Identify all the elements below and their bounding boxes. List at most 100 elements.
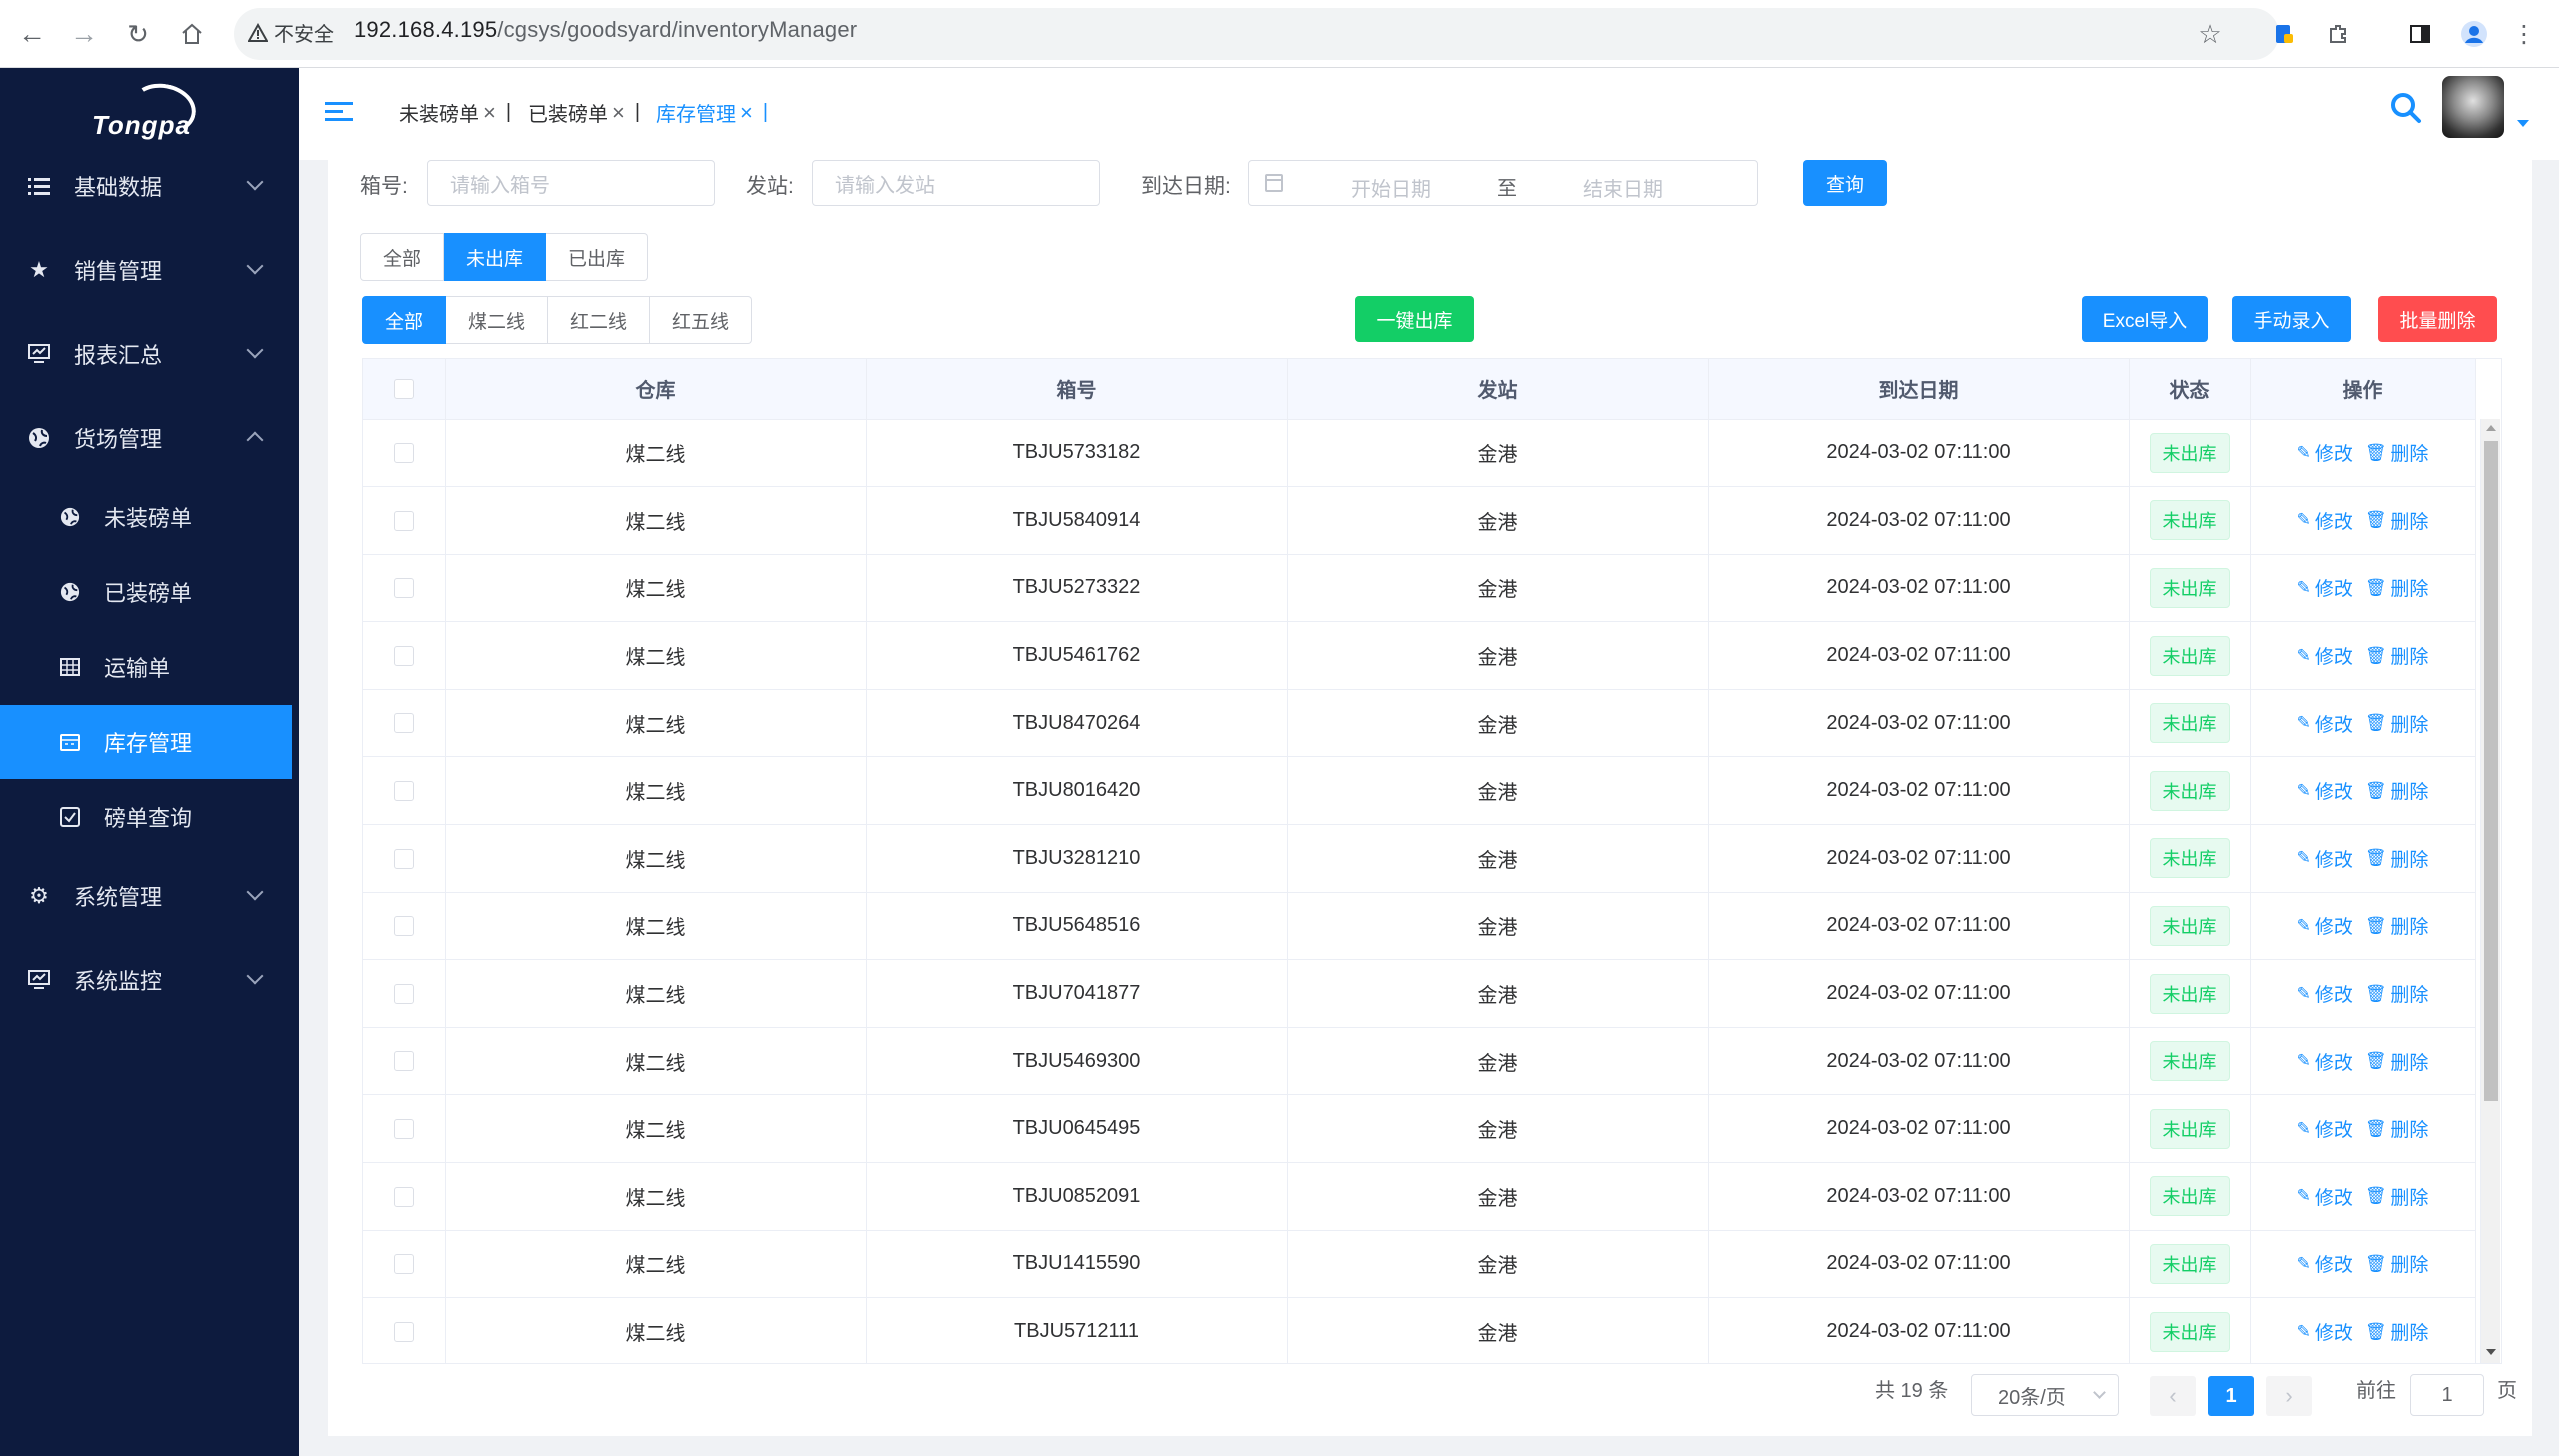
table-row[interactable]: 煤二线 TBJU5840914 金港 2024-03-02 07:11:00 未出库 ✎ 修… <box>363 486 2476 555</box>
row-checkbox[interactable] <box>393 443 414 464</box>
edit-button[interactable]: ✎ 修改 <box>2297 912 2353 939</box>
row-checkbox[interactable] <box>393 1254 414 1275</box>
tab-unloaded-weigh[interactable]: 未装磅单 × | <box>399 98 511 127</box>
profile-icon[interactable] <box>2454 14 2494 54</box>
collapse-menu-icon[interactable] <box>325 102 353 126</box>
delete-button[interactable]: 🗑 删除 <box>2365 574 2429 601</box>
edit-button[interactable]: ✎ 修改 <box>2297 845 2353 872</box>
forward-arrow-icon[interactable]: → <box>64 14 104 54</box>
row-checkbox[interactable] <box>393 713 414 734</box>
row-checkbox[interactable] <box>393 1321 414 1342</box>
row-checkbox[interactable] <box>393 1186 414 1207</box>
delete-button[interactable]: 🗑 删除 <box>2365 710 2429 737</box>
status-filter-not-out[interactable]: 未出库 <box>444 233 547 281</box>
delete-button[interactable]: 🗑 删除 <box>2365 507 2429 534</box>
sidebar-subitem-inventory[interactable]: 库存管理 <box>0 705 292 779</box>
manual-entry-button[interactable]: 手动录入 <box>2232 296 2351 342</box>
insecure-indicator[interactable]: 不安全 <box>248 18 334 47</box>
close-icon[interactable]: × <box>740 100 753 126</box>
url-text[interactable]: 192.168.4.195/cgsys/goodsyard/inventoryM… <box>354 17 857 43</box>
table-row[interactable]: 煤二线 TBJU0645495 金港 2024-03-02 07:11:00 未出库 ✎ 修… <box>363 1094 2476 1164</box>
delete-button[interactable]: 🗑 删除 <box>2365 642 2429 669</box>
query-button[interactable]: 查询 <box>1803 160 1887 206</box>
goto-page-input[interactable]: 1 <box>2410 1374 2484 1416</box>
row-checkbox[interactable] <box>393 1118 414 1139</box>
back-arrow-icon[interactable]: ← <box>12 14 52 54</box>
delete-button[interactable]: 🗑 删除 <box>2365 1318 2429 1345</box>
delete-button[interactable]: 🗑 删除 <box>2365 980 2429 1007</box>
arrival-date-range[interactable]: 开始日期 至 结束日期 <box>1248 160 1758 206</box>
edit-button[interactable]: ✎ 修改 <box>2297 1318 2353 1345</box>
table-row[interactable]: 煤二线 TBJU8016420 金港 2024-03-02 07:11:00 未出库 ✎ 修… <box>363 756 2476 826</box>
edit-button[interactable]: ✎ 修改 <box>2297 507 2353 534</box>
logo[interactable]: Tongpa <box>90 78 210 142</box>
table-row[interactable]: 煤二线 TBJU5469300 金港 2024-03-02 07:11:00 未出库 ✎ 修… <box>363 1027 2476 1096</box>
row-checkbox[interactable] <box>393 983 414 1004</box>
table-row[interactable]: 煤二线 TBJU5648516 金港 2024-03-02 07:11:00 未出库 ✎ 修… <box>363 892 2476 961</box>
row-checkbox[interactable] <box>393 510 414 531</box>
sidebar-subitem-loaded-weigh[interactable]: 已装磅单 <box>0 555 292 629</box>
station-input[interactable]: 请输入发站 <box>812 160 1100 206</box>
sidebar-item-reports[interactable]: 报表汇总 <box>0 324 299 384</box>
delete-button[interactable]: 🗑 删除 <box>2365 1183 2429 1210</box>
column-header[interactable]: 箱号 <box>866 359 1288 420</box>
row-checkbox[interactable] <box>393 578 414 599</box>
sidebar-item-yard[interactable]: 货场管理 <box>0 408 299 468</box>
status-filter-out[interactable]: 已出库 <box>546 233 649 281</box>
scroll-up-arrow-icon[interactable] <box>2486 425 2496 431</box>
table-row[interactable]: 煤二线 TBJU5712111 金港 2024-03-02 07:11:00 未出库 ✎ 修… <box>363 1297 2476 1363</box>
row-checkbox[interactable] <box>393 780 414 801</box>
delete-button[interactable]: 🗑 删除 <box>2365 1115 2429 1142</box>
table-row[interactable]: 煤二线 TBJU5461762 金港 2024-03-02 07:11:00 未出库 ✎ 修… <box>363 621 2476 690</box>
reload-icon[interactable]: ↻ <box>118 14 158 54</box>
home-icon[interactable] <box>172 14 212 54</box>
sidebar-subitem-transport[interactable]: 运输单 <box>0 630 292 704</box>
end-date-input[interactable]: 结束日期 <box>1583 173 1663 202</box>
close-icon[interactable]: × <box>483 100 496 126</box>
delete-button[interactable]: 🗑 删除 <box>2365 439 2429 466</box>
row-checkbox[interactable] <box>393 645 414 666</box>
sidebar-item-basic-data[interactable]: 基础数据 <box>0 156 299 216</box>
page-number-button[interactable]: 1 <box>2208 1376 2254 1416</box>
select-all-checkbox[interactable] <box>393 378 414 399</box>
row-checkbox[interactable] <box>393 848 414 869</box>
status-filter-all[interactable]: 全部 <box>360 233 445 281</box>
table-row[interactable]: 煤二线 TBJU8470264 金港 2024-03-02 07:11:00 未出库 ✎ 修… <box>363 689 2476 758</box>
close-icon[interactable]: × <box>612 100 625 126</box>
edit-button[interactable]: ✎ 修改 <box>2297 777 2353 804</box>
table-row[interactable]: 煤二线 TBJU5733182 金港 2024-03-02 07:11:00 未出库 ✎ 修… <box>363 419 2476 488</box>
delete-button[interactable]: 🗑 删除 <box>2365 1250 2429 1277</box>
edit-button[interactable]: ✎ 修改 <box>2297 1183 2353 1210</box>
sidebar-subitem-unloaded-weigh[interactable]: 未装磅单 <box>0 480 292 554</box>
line-filter-hong5[interactable]: 红五线 <box>650 296 753 344</box>
start-date-input[interactable]: 开始日期 <box>1351 173 1431 202</box>
table-row[interactable]: 煤二线 TBJU0852091 金港 2024-03-02 07:11:00 未出库 ✎ 修… <box>363 1162 2476 1231</box>
delete-button[interactable]: 🗑 删除 <box>2365 912 2429 939</box>
next-page-button[interactable]: › <box>2266 1376 2312 1416</box>
column-header[interactable]: 仓库 <box>445 359 867 420</box>
column-header[interactable]: 到达日期 <box>1708 359 2130 420</box>
puzzle-icon[interactable] <box>2318 14 2358 54</box>
prev-page-button[interactable]: ‹ <box>2150 1376 2196 1416</box>
line-filter-all[interactable]: 全部 <box>362 296 447 344</box>
table-row[interactable]: 煤二线 TBJU7041877 金港 2024-03-02 07:11:00 未出库 ✎ 修… <box>363 959 2476 1028</box>
scrollbar-thumb[interactable] <box>2484 441 2498 1101</box>
edit-button[interactable]: ✎ 修改 <box>2297 574 2353 601</box>
edit-button[interactable]: ✎ 修改 <box>2297 980 2353 1007</box>
sidebar-item-sales[interactable]: ★ 销售管理 <box>0 240 299 300</box>
bookmark-star-icon[interactable]: ☆ <box>2190 14 2230 54</box>
table-scrollbar[interactable] <box>2480 419 2500 1363</box>
table-row[interactable]: 煤二线 TBJU1415590 金港 2024-03-02 07:11:00 未出库 ✎ 修… <box>363 1230 2476 1299</box>
one-click-out-button[interactable]: 一键出库 <box>1355 296 1474 342</box>
tab-loaded-weigh[interactable]: 已装磅单 × | <box>528 98 640 127</box>
batch-delete-button[interactable]: 批量删除 <box>2378 296 2497 342</box>
line-filter-mei2[interactable]: 煤二线 <box>446 296 549 344</box>
search-icon[interactable] <box>2388 90 2424 126</box>
more-menu-icon[interactable]: ⋮ <box>2504 14 2544 54</box>
table-row[interactable]: 煤二线 TBJU3281210 金港 2024-03-02 07:11:00 未出库 ✎ 修… <box>363 824 2476 893</box>
side-panel-icon[interactable] <box>2400 14 2440 54</box>
scroll-down-arrow-icon[interactable] <box>2486 1349 2496 1355</box>
line-filter-hong2[interactable]: 红二线 <box>548 296 651 344</box>
sidebar-item-monitor[interactable]: 系统监控 <box>0 950 299 1010</box>
avatar[interactable] <box>2442 76 2504 138</box>
